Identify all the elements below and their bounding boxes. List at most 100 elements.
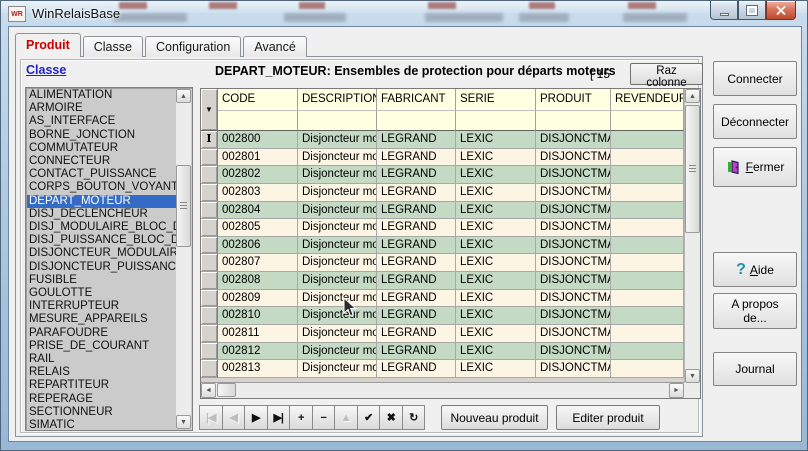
scrollbar-thumb[interactable]: [685, 105, 700, 233]
filter-cell[interactable]: [611, 111, 684, 131]
filter-cell[interactable]: [218, 111, 298, 131]
table-row[interactable]: 002813Disjoncteur moteLEGRANDLEXICDISJON…: [201, 360, 684, 378]
table-row[interactable]: 002805Disjoncteur moteLEGRANDLEXICDISJON…: [201, 219, 684, 237]
cell-description[interactable]: Disjoncteur mote: [298, 219, 377, 237]
cell-serie[interactable]: LEXIC: [456, 219, 536, 237]
cell-description[interactable]: Disjoncteur mote: [298, 307, 377, 325]
table-row[interactable]: 002806Disjoncteur moteLEGRANDLEXICDISJON…: [201, 237, 684, 255]
connecter-button[interactable]: Connecter: [713, 61, 797, 96]
class-item[interactable]: FUSIBLE: [27, 274, 176, 287]
row-selector[interactable]: [201, 307, 218, 325]
class-item[interactable]: RAIL: [27, 353, 176, 366]
row-selector[interactable]: [201, 237, 218, 255]
cell-fabricant[interactable]: LEGRAND: [377, 166, 456, 184]
cell-description[interactable]: Disjoncteur mote: [298, 166, 377, 184]
cell-fabricant[interactable]: LEGRAND: [377, 325, 456, 343]
column-header-revendeur[interactable]: REVENDEUR: [611, 89, 684, 111]
cell-revendeur[interactable]: [611, 131, 684, 149]
cell-serie[interactable]: LEXIC: [456, 184, 536, 202]
filter-cell[interactable]: [298, 111, 377, 131]
cell-fabricant[interactable]: LEGRAND: [377, 272, 456, 290]
cell-code[interactable]: 002812: [218, 343, 298, 361]
cell-serie[interactable]: LEXIC: [456, 290, 536, 308]
cell-serie[interactable]: LEXIC: [456, 272, 536, 290]
cell-code[interactable]: 002802: [218, 166, 298, 184]
cell-fabricant[interactable]: LEGRAND: [377, 237, 456, 255]
column-header-produit[interactable]: PRODUIT: [536, 89, 611, 111]
row-selector[interactable]: [201, 325, 218, 343]
cell-fabricant[interactable]: LEGRAND: [377, 184, 456, 202]
cell-produit[interactable]: DISJONCTMAGN: [536, 360, 611, 378]
aide-button[interactable]: ? Aide: [713, 252, 797, 287]
fermer-button[interactable]: Fermer: [713, 147, 797, 187]
cell-description[interactable]: Disjoncteur mote: [298, 202, 377, 220]
cell-code[interactable]: 002806: [218, 237, 298, 255]
cell-produit[interactable]: DISJONCTMAGN: [536, 237, 611, 255]
cell-revendeur[interactable]: [611, 166, 684, 184]
cell-description[interactable]: Disjoncteur mote: [298, 184, 377, 202]
row-selector[interactable]: [201, 360, 218, 378]
cell-serie[interactable]: LEXIC: [456, 237, 536, 255]
class-item[interactable]: DISJ_DECLENCHEUR: [27, 208, 176, 221]
class-item[interactable]: CORPS_BOUTON_VOYANT: [27, 181, 176, 194]
table-row[interactable]: 002807Disjoncteur moteLEGRANDLEXICDISJON…: [201, 254, 684, 272]
class-listbox[interactable]: ALIMENTATIONARMOIREAS_INTERFACEBORNE_JON…: [25, 87, 193, 431]
cell-fabricant[interactable]: LEGRAND: [377, 343, 456, 361]
filter-cell[interactable]: [456, 111, 536, 131]
class-item[interactable]: DISJONCTEUR_MODULAIRE: [27, 247, 176, 260]
scroll-right-icon[interactable]: ►: [669, 383, 684, 398]
cell-revendeur[interactable]: [611, 360, 684, 378]
cell-description[interactable]: Disjoncteur mote: [298, 343, 377, 361]
cell-description[interactable]: Disjoncteur mote: [298, 131, 377, 149]
cell-code[interactable]: 002811: [218, 325, 298, 343]
cell-description[interactable]: Disjoncteur mote: [298, 290, 377, 308]
filter-funnel-icon[interactable]: ▼: [201, 89, 218, 131]
cell-code[interactable]: 002803: [218, 184, 298, 202]
row-selector[interactable]: [201, 166, 218, 184]
cell-code[interactable]: 002809: [218, 290, 298, 308]
table-row[interactable]: 002809Disjoncteur moteLEGRANDLEXICDISJON…: [201, 290, 684, 308]
cell-serie[interactable]: LEXIC: [456, 166, 536, 184]
minimize-button[interactable]: [710, 1, 738, 20]
cell-code[interactable]: 002810: [218, 307, 298, 325]
cell-description[interactable]: Disjoncteur mote: [298, 325, 377, 343]
cell-revendeur[interactable]: [611, 254, 684, 272]
cell-produit[interactable]: DISJONCTMAGN: [536, 166, 611, 184]
cell-revendeur[interactable]: [611, 149, 684, 167]
cell-revendeur[interactable]: [611, 237, 684, 255]
table-row[interactable]: 002808Disjoncteur moteLEGRANDLEXICDISJON…: [201, 272, 684, 290]
cell-code[interactable]: 002804: [218, 202, 298, 220]
row-selector[interactable]: [201, 343, 218, 361]
class-item[interactable]: SECTIONNEUR: [27, 406, 176, 419]
cell-description[interactable]: Disjoncteur mote: [298, 254, 377, 272]
cell-revendeur[interactable]: [611, 184, 684, 202]
column-header-description[interactable]: DESCRIPTION: [298, 89, 377, 111]
nouveau-produit-button[interactable]: Nouveau produit: [441, 405, 548, 430]
class-item[interactable]: AS_INTERFACE: [27, 115, 176, 128]
column-header-serie[interactable]: SERIE: [456, 89, 536, 111]
scroll-up-icon[interactable]: ▲: [685, 89, 700, 103]
cell-serie[interactable]: LEXIC: [456, 343, 536, 361]
class-item[interactable]: BORNE_JONCTION: [27, 129, 176, 142]
cell-description[interactable]: Disjoncteur mote: [298, 272, 377, 290]
tab-produit[interactable]: Produit: [15, 33, 81, 57]
class-list-scrollbar[interactable]: ▲ ▼: [176, 89, 191, 429]
column-header-fabricant[interactable]: FABRICANT: [377, 89, 456, 111]
class-item[interactable]: PRISE_DE_COURANT: [27, 340, 176, 353]
class-item[interactable]: MESURE_APPAREILS: [27, 313, 176, 326]
cell-produit[interactable]: DISJONCTMAGN: [536, 272, 611, 290]
class-item[interactable]: DISJ_MODULAIRE_BLOC_DIF: [27, 221, 176, 234]
cell-produit[interactable]: DISJONCTMAGN: [536, 219, 611, 237]
class-item[interactable]: REPARTITEUR: [27, 379, 176, 392]
cell-fabricant[interactable]: LEGRAND: [377, 202, 456, 220]
cell-produit[interactable]: DISJONCTMAGN: [536, 184, 611, 202]
nav-insert-button[interactable]: +: [289, 405, 313, 430]
cell-fabricant[interactable]: LEGRAND: [377, 360, 456, 378]
row-selector[interactable]: I: [201, 131, 218, 149]
cell-serie[interactable]: LEXIC: [456, 307, 536, 325]
column-header-code[interactable]: CODE: [218, 89, 298, 111]
deconnecter-button[interactable]: Déconnecter: [713, 104, 797, 139]
cell-revendeur[interactable]: [611, 325, 684, 343]
table-row[interactable]: 002803Disjoncteur moteLEGRANDLEXICDISJON…: [201, 184, 684, 202]
maximize-button[interactable]: [738, 1, 766, 20]
